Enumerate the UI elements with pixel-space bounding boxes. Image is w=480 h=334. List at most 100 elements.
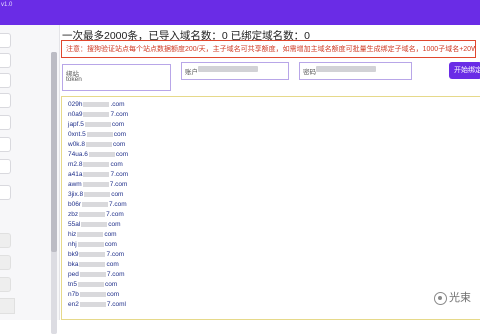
domain-redaction: [78, 282, 105, 287]
domain-row: ped 7.com: [68, 271, 125, 279]
domain-suffix: 7.com: [109, 181, 128, 188]
domain-redaction: [85, 142, 112, 147]
account-value-redacted: [198, 66, 258, 72]
domain-suffix: com: [113, 131, 126, 138]
domain-prefix: 55al: [68, 221, 81, 228]
domain-row: n7b com: [68, 291, 119, 299]
domain-suffix: com: [105, 281, 118, 288]
domain-redaction: [86, 132, 113, 137]
bind-token-field[interactable]: 绑站 token: [62, 64, 171, 91]
domain-row: tn5 com: [68, 281, 117, 289]
domain-prefix: n0a9: [68, 111, 83, 118]
sidebar-button-3[interactable]: [0, 73, 11, 88]
domain-suffix: com: [106, 261, 119, 268]
domain-redaction: [77, 242, 104, 247]
notice-text: 注意：搜狗验证站点每个站点数据额度200/天，主子域名可共享额度，如需增加主域名…: [66, 46, 476, 53]
sidebar-button-10[interactable]: [0, 255, 11, 270]
domain-row: zbz 7.com: [68, 211, 124, 219]
domain-suffix: .com: [110, 101, 125, 108]
domain-prefix: en2: [68, 301, 79, 308]
password-field[interactable]: 密码: [299, 62, 412, 80]
domain-redaction: [83, 112, 110, 117]
domain-redaction: [79, 302, 106, 307]
sidebar-button-4[interactable]: [0, 93, 11, 108]
sidebar-button-9[interactable]: [0, 233, 11, 248]
domain-suffix: 7.com: [106, 211, 124, 218]
domain-redaction: [83, 162, 110, 167]
domain-suffix: 7.coml: [106, 301, 127, 308]
domain-redaction: [82, 182, 109, 187]
domain-suffix: 7.com: [106, 271, 125, 278]
domain-redaction: [83, 102, 110, 107]
account-label: 账户: [185, 69, 198, 76]
sidebar-button-6[interactable]: [0, 137, 11, 152]
domain-prefix: bka: [68, 261, 79, 268]
domain-list-textarea[interactable]: 029h .com n0a9 7.com japf.5 com 0xnt.5 com w0k.8…: [61, 96, 480, 320]
wechat-icon: [434, 291, 447, 305]
sidebar-scroll-thumb[interactable]: [51, 52, 57, 252]
password-label: 密码: [303, 69, 316, 76]
domain-suffix: com: [112, 141, 126, 148]
domain-row: m2.8 com: [68, 161, 123, 169]
domain-suffix: com: [115, 151, 129, 158]
sidebar-button-7[interactable]: [0, 159, 11, 174]
domain-redaction: [77, 232, 104, 237]
domain-row: 029h .com: [68, 101, 125, 109]
domain-prefix: w0k.8: [68, 141, 85, 148]
domain-row: w0k.8 com: [68, 141, 125, 149]
sidebar-bottom-button[interactable]: [0, 298, 15, 314]
domain-suffix: com: [104, 231, 117, 238]
domain-suffix: 7.com: [110, 171, 129, 178]
domain-row: nhj com: [68, 241, 117, 249]
domain-row: awm 7.com: [68, 181, 127, 189]
sidebar-button-8[interactable]: [0, 185, 11, 200]
domain-prefix: 74ua.6: [68, 151, 88, 158]
domain-prefix: a41a: [68, 171, 83, 178]
domain-row: a41a 7.com: [68, 171, 128, 179]
notice-box: 注意：搜狗验证站点每个站点数据额度200/天，主子域名可共享额度，如需增加主域名…: [61, 40, 476, 58]
bind-token-label-2: token: [66, 76, 82, 83]
domain-suffix: com: [106, 291, 120, 298]
app-version: v1.0: [1, 2, 13, 8]
domain-suffix: com: [110, 161, 123, 168]
sidebar-button-1[interactable]: [0, 33, 11, 48]
domain-redaction: [79, 252, 106, 257]
account-field[interactable]: 账户: [181, 62, 289, 80]
domain-row: 74ua.6 com: [68, 151, 128, 159]
domain-suffix: com: [111, 121, 125, 128]
sidebar: [0, 25, 60, 334]
domain-prefix: b06r: [68, 201, 82, 208]
domain-suffix: com: [104, 241, 117, 248]
domain-row: hiz com: [68, 231, 117, 239]
domain-suffix: 7.com: [110, 111, 129, 118]
domain-row: bka com: [68, 261, 119, 269]
domain-prefix: bk9: [68, 251, 79, 258]
domain-row: 3jix.8 com: [68, 191, 123, 199]
domain-redaction: [79, 212, 106, 217]
password-value-redacted: [316, 66, 376, 72]
domain-suffix: 7.com: [106, 251, 125, 258]
domain-row: japf.5 com: [68, 121, 124, 129]
domain-prefix: japf.5: [68, 121, 84, 128]
start-bind-button[interactable]: 开始绑定: [449, 62, 480, 79]
watermark: 光束: [434, 289, 471, 305]
domain-suffix: com: [111, 191, 124, 198]
domain-row: n0a9 7.com: [68, 111, 128, 119]
domain-prefix: 029h: [68, 101, 83, 108]
domain-row: 0xnt.5 com: [68, 131, 126, 139]
sidebar-button-11[interactable]: [0, 277, 11, 292]
domain-row: bk9 7.com: [68, 251, 124, 259]
domain-prefix: ped: [68, 271, 79, 278]
domain-redaction: [88, 152, 115, 157]
domain-row: 55al com: [68, 221, 121, 229]
title-bar: v1.0: [0, 0, 480, 25]
domain-prefix: n7b: [68, 291, 79, 298]
sidebar-button-5[interactable]: [0, 115, 11, 130]
domain-row: b06r 7.com: [68, 201, 127, 209]
sidebar-button-2[interactable]: [0, 53, 11, 68]
domain-suffix: 7.com: [109, 201, 127, 208]
domain-prefix: awm: [68, 181, 82, 188]
sidebar-scrollbar[interactable]: [51, 52, 57, 334]
domain-redaction: [83, 172, 110, 177]
domain-prefix: 3jix.8: [68, 191, 84, 198]
